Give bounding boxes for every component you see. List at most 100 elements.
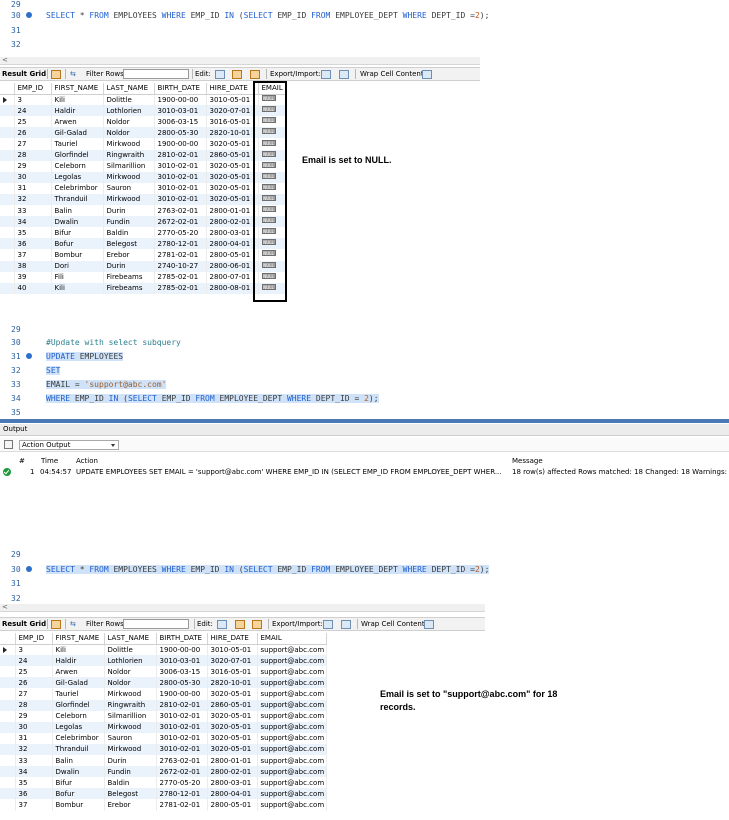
wrap-cell-icon[interactable] — [424, 620, 434, 629]
sql-comment[interactable]: #Update with select subquery — [46, 338, 181, 347]
table-cell[interactable]: Gil-Galad — [52, 677, 105, 689]
refresh-filter-icon[interactable]: ⇆ — [70, 620, 76, 628]
table-row[interactable]: 3 Kili Dolittle 1900-00-00 3010-05-01 support… — [0, 644, 327, 656]
table-cell[interactable]: Mirkwood — [103, 138, 155, 150]
table-cell[interactable]: 26 — [15, 677, 53, 689]
table-cell[interactable]: Bombur — [52, 799, 105, 811]
row-selector[interactable] — [0, 282, 15, 294]
column-header[interactable]: EMAIL — [257, 633, 327, 645]
table-cell[interactable]: Bombur — [51, 249, 104, 261]
table-cell[interactable]: support@abc.com — [257, 777, 327, 789]
table-cell[interactable]: Fili — [51, 271, 104, 283]
column-header[interactable]: BIRTH_DATE — [154, 83, 207, 95]
table-cell[interactable]: Belegost — [104, 788, 157, 800]
table-cell[interactable]: 25 — [14, 116, 52, 128]
table-cell[interactable]: 24 — [15, 655, 53, 667]
refresh-filter-icon[interactable]: ⇆ — [70, 70, 76, 78]
horizontal-scrollbar[interactable]: < — [0, 56, 480, 65]
table-cell[interactable]: Arwen — [51, 116, 104, 128]
table-cell[interactable]: Celebrimbor — [51, 182, 104, 194]
table-cell[interactable]: 3020-05-01 — [206, 138, 259, 150]
table-row[interactable]: 25 Arwen Noldor 3006-03-15 3016-05-01 support… — [0, 666, 327, 678]
table-row[interactable]: 36 Bofur Belegost 2780-12-01 2800-04-01 suppo… — [0, 788, 327, 800]
row-selector[interactable] — [0, 238, 15, 250]
table-cell[interactable]: Dolittle — [103, 94, 155, 106]
column-header[interactable]: HIRE_DATE — [206, 83, 259, 95]
table-cell[interactable]: Firebeams — [103, 271, 155, 283]
row-selector[interactable] — [0, 149, 15, 161]
table-cell[interactable]: 32 — [15, 743, 53, 756]
table-cell[interactable]: 38 — [14, 260, 52, 272]
table-cell[interactable]: Celeborn — [52, 710, 105, 722]
edit-cell-icon[interactable] — [217, 620, 227, 629]
table-row[interactable]: 36 Bofur Belegost 2780-12-01 2800-04-01 NULL — [0, 238, 286, 250]
table-cell[interactable]: Fundin — [103, 216, 155, 228]
table-cell[interactable]: 2800-02-01 — [207, 766, 258, 778]
sql-set-keyword[interactable]: SET — [46, 366, 61, 375]
table-cell[interactable]: 3006-03-15 — [156, 666, 208, 678]
table-cell[interactable]: Balin — [51, 205, 104, 217]
table-row[interactable]: 32 Thranduil Mirkwood 3010-02-01 3020-05-01 N… — [0, 193, 286, 206]
table-row[interactable]: 30 Legolas Mirkwood 3010-02-01 3020-05-01 sup… — [0, 721, 327, 733]
add-row-icon[interactable] — [235, 620, 245, 629]
table-cell[interactable]: Kili — [51, 94, 104, 106]
table-cell[interactable]: 3010-05-01 — [206, 94, 259, 106]
row-selector[interactable] — [0, 182, 15, 194]
column-header[interactable]: LAST_NAME — [103, 83, 155, 95]
table-cell[interactable]: 2780-12-01 — [156, 788, 208, 800]
table-cell[interactable]: 35 — [14, 227, 52, 239]
table-cell[interactable]: Erebor — [104, 799, 157, 811]
table-cell[interactable]: Bofur — [52, 788, 105, 800]
table-cell[interactable]: 3020-05-01 — [207, 710, 258, 722]
table-cell[interactable]: 1900-00-00 — [154, 138, 207, 150]
table-cell[interactable]: 30 — [15, 721, 53, 733]
scroll-left-icon[interactable]: < — [2, 603, 8, 611]
row-selector[interactable] — [0, 171, 15, 183]
table-row[interactable]: 30 Legolas Mirkwood 3010-02-01 3020-05-01 NUL… — [0, 171, 286, 183]
table-cell[interactable]: 2781-02-01 — [154, 249, 207, 261]
table-cell[interactable]: 37 — [14, 249, 52, 261]
row-selector[interactable] — [0, 799, 16, 811]
table-row[interactable]: 33 Balin Durin 2763-02-01 2800-01-01 support@… — [0, 755, 327, 767]
table-cell[interactable]: support@abc.com — [257, 655, 327, 667]
table-cell[interactable]: 32 — [14, 193, 52, 206]
table-cell[interactable]: 2820-10-01 — [207, 677, 258, 689]
table-row[interactable]: 24 Haldir Lothlorien 3010-03-01 3020-07-01 su… — [0, 655, 327, 667]
row-selector[interactable] — [0, 193, 15, 206]
table-cell[interactable]: 1900-00-00 — [156, 644, 208, 656]
table-cell[interactable]: 2800-05-30 — [156, 677, 208, 689]
table-cell[interactable]: Mirkwood — [104, 688, 157, 700]
filter-rows-input[interactable] — [123, 69, 189, 79]
table-cell[interactable]: Ringwraith — [104, 699, 157, 711]
table-cell[interactable]: 2800-04-01 — [207, 788, 258, 800]
table-row[interactable]: 37 Bombur Erebor 2781-02-01 2800-05-01 NULL — [0, 249, 286, 261]
table-cell[interactable]: 2800-06-01 — [206, 260, 259, 272]
row-selector[interactable] — [0, 743, 16, 756]
table-cell[interactable]: 3020-05-01 — [207, 732, 258, 744]
table-cell[interactable]: support@abc.com — [257, 677, 327, 689]
table-cell[interactable]: Durin — [103, 260, 155, 272]
table-cell[interactable]: support@abc.com — [257, 666, 327, 678]
row-selector[interactable] — [0, 732, 16, 744]
table-cell[interactable]: 33 — [15, 755, 53, 767]
add-row-icon[interactable] — [232, 70, 242, 79]
table-row[interactable]: 35 Bifur Baldin 2770-05-20 2800-03-01 NULL — [0, 227, 286, 239]
wrap-cell-icon[interactable] — [422, 70, 432, 79]
table-cell[interactable]: support@abc.com — [257, 699, 327, 711]
output-row[interactable]: 1 04:54:57 UPDATE EMPLOYEES SET EMAIL = … — [0, 467, 729, 478]
table-cell[interactable]: 2860-05-01 — [207, 699, 258, 711]
table-cell[interactable]: Kili — [52, 644, 105, 656]
table-cell[interactable]: support@abc.com — [257, 644, 327, 656]
table-row[interactable]: 34 Dwalin Fundin 2672-02-01 2800-02-01 NULL — [0, 216, 286, 228]
table-row[interactable]: 27 Tauriel Mirkwood 1900-00-00 3020-05-01 sup… — [0, 688, 327, 700]
row-selector[interactable] — [0, 94, 15, 106]
table-row[interactable]: 28 Glorfindel Ringwraith 2810-02-01 2860-05-… — [0, 149, 286, 161]
table-cell[interactable]: 2780-12-01 — [154, 238, 207, 250]
row-selector[interactable] — [0, 116, 15, 128]
table-cell[interactable]: Tauriel — [52, 688, 105, 700]
grid-view-icon[interactable] — [51, 620, 61, 629]
row-selector[interactable] — [0, 766, 16, 778]
row-selector[interactable] — [0, 666, 16, 678]
table-cell[interactable]: 3010-02-01 — [156, 743, 208, 756]
table-row[interactable]: 38 Dori Durin 2740-10-27 2800-06-01 NULL — [0, 260, 286, 272]
